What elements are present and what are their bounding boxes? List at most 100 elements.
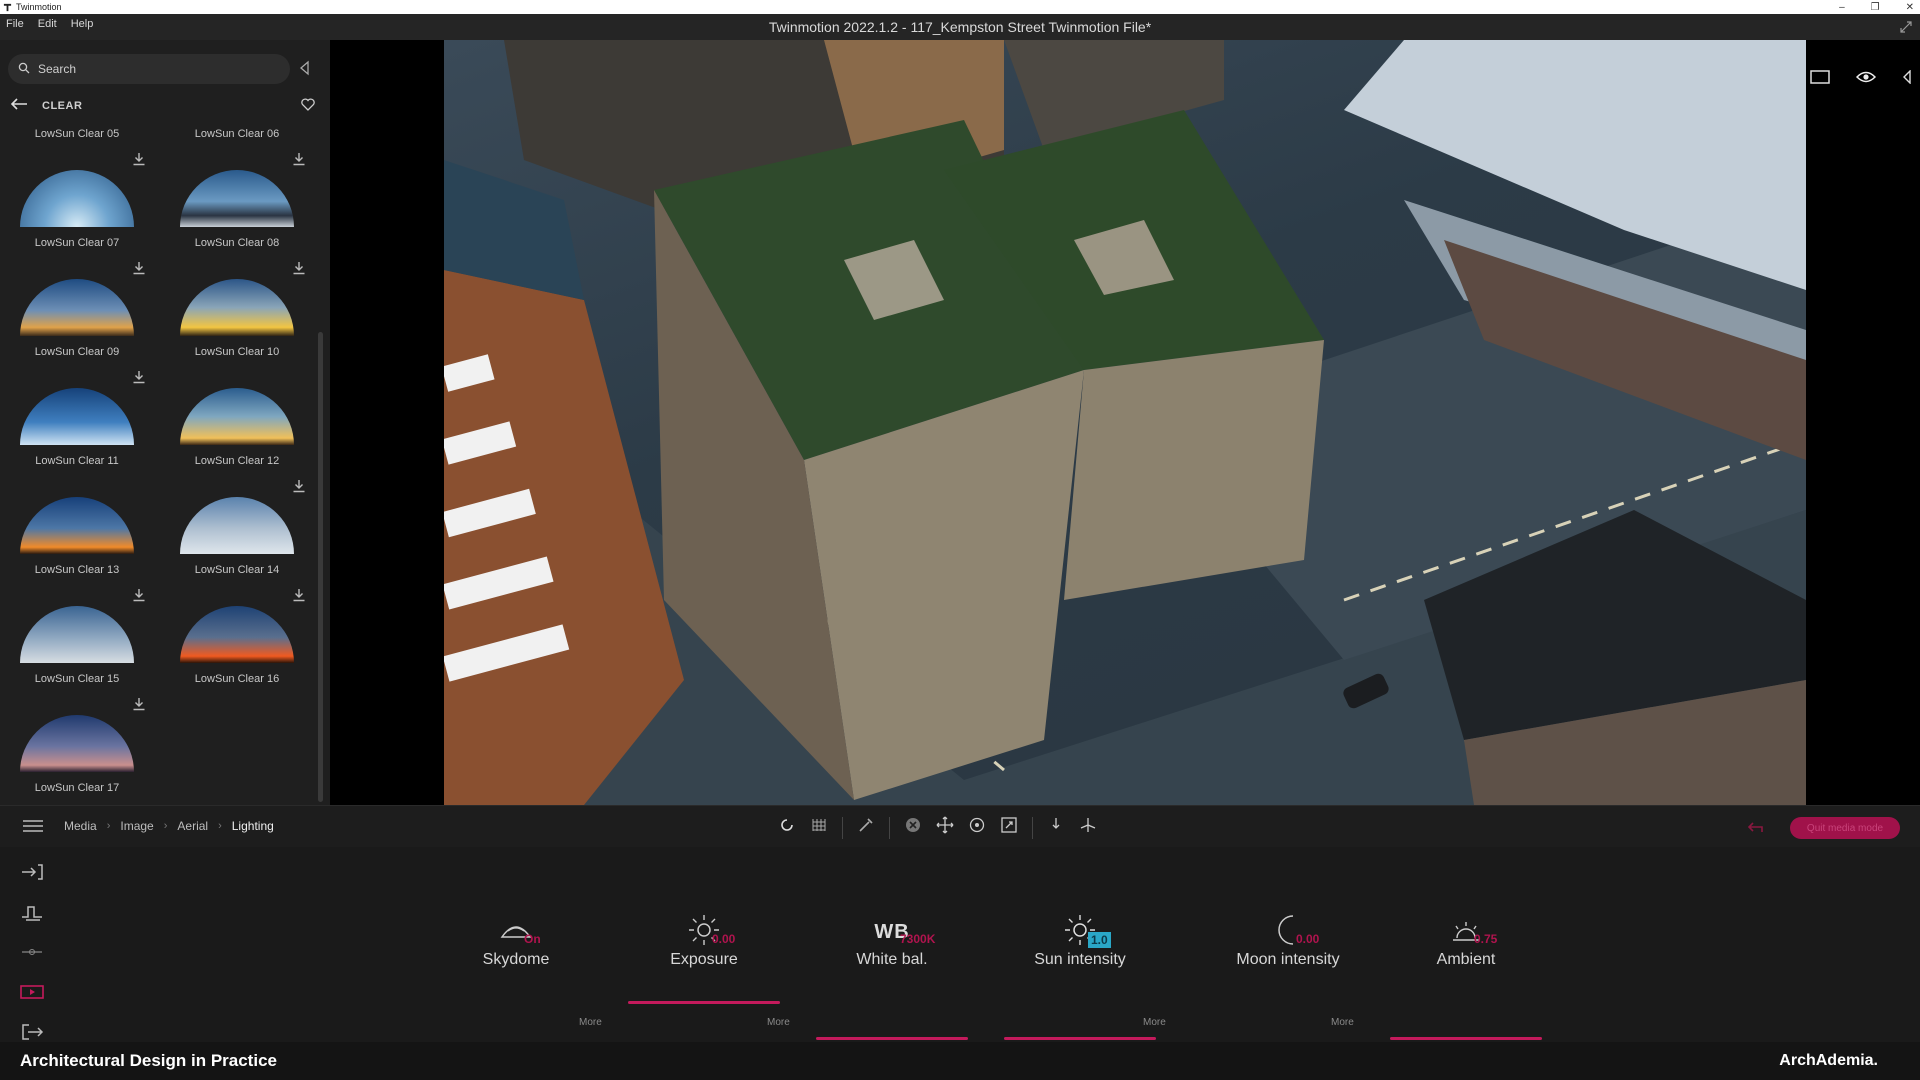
download-icon[interactable] <box>132 370 146 389</box>
sky-preset-tile[interactable]: LowSun Clear 10 <box>176 346 316 455</box>
search-box[interactable]: Search <box>8 54 290 84</box>
sky-preset-label: LowSun Clear 05 <box>34 128 120 140</box>
sky-preset-label: LowSun Clear 16 <box>194 673 280 685</box>
category-header: CLEAR <box>10 95 315 117</box>
timeline-icon[interactable] <box>20 943 44 966</box>
download-icon[interactable] <box>292 152 306 171</box>
sky-dome-thumbnail[interactable] <box>180 497 294 554</box>
breadcrumb-image[interactable]: Image <box>120 819 153 833</box>
favorite-heart-icon[interactable] <box>301 98 315 116</box>
download-icon[interactable] <box>292 479 306 498</box>
eye-icon[interactable] <box>1855 70 1877 89</box>
restore-button[interactable]: ❐ <box>1871 2 1880 13</box>
exposure-control[interactable]: 0.00 Exposure <box>628 914 780 1004</box>
sky-dome-thumbnail[interactable] <box>20 388 134 445</box>
sky-dome-thumbnail[interactable] <box>20 170 134 227</box>
download-icon[interactable] <box>292 588 306 607</box>
quit-media-mode-button[interactable]: Quit media mode <box>1790 817 1900 839</box>
sky-preset-tile[interactable]: LowSun Clear 07 <box>16 237 176 346</box>
scale-icon[interactable] <box>1000 816 1018 839</box>
video-caption-bar: Architectural Design in Practice ArchAde… <box>0 1042 1920 1080</box>
sky-dome-thumbnail[interactable] <box>20 606 134 663</box>
sky-preset-tile[interactable]: LowSun Clear 11 <box>16 455 176 564</box>
sky-preset-tile[interactable]: LowSun Clear 05 <box>16 128 176 237</box>
sky-dome-thumbnail[interactable] <box>180 279 294 336</box>
menu-bar: File Edit Help Twinmotion 2022.1.2 - 117… <box>0 14 1920 40</box>
move-icon[interactable] <box>936 816 954 839</box>
viewport[interactable] <box>330 40 1920 805</box>
chevron-right-icon: › <box>218 820 222 832</box>
lighting-panel: On Skydome 0.00 Exposure WB 7300K White … <box>0 847 1920 1064</box>
collapse-right-icon[interactable] <box>1902 69 1912 89</box>
media-active-icon[interactable] <box>20 983 44 1006</box>
white-balance-control[interactable]: WB 7300K White bal. <box>816 915 968 1040</box>
breadcrumb-aerial[interactable]: Aerial <box>177 819 208 833</box>
graph-icon[interactable] <box>20 903 44 926</box>
sky-preset-tile[interactable]: LowSun Clear 12 <box>176 455 316 564</box>
frame-icon[interactable] <box>1810 70 1830 89</box>
skydome-value: On <box>524 932 541 946</box>
close-circle-icon[interactable] <box>904 816 922 839</box>
download-icon[interactable] <box>132 697 146 716</box>
white-balance-slider[interactable] <box>816 1037 968 1040</box>
sky-dome-thumbnail[interactable] <box>180 606 294 663</box>
ambient-slider[interactable] <box>1390 1037 1542 1040</box>
ambient-control[interactable]: 0.75 Ambient <box>1390 915 1542 1040</box>
viewport-tools <box>1810 69 1920 89</box>
more-link[interactable]: More <box>1331 1017 1354 1028</box>
sky-dome-thumbnail[interactable] <box>180 388 294 445</box>
breadcrumb-lighting[interactable]: Lighting <box>232 819 274 833</box>
download-icon[interactable] <box>132 588 146 607</box>
sun-intensity-control[interactable]: 1.0 Sun intensity <box>1004 914 1156 1040</box>
more-link[interactable]: More <box>579 1017 602 1028</box>
hamburger-menu-icon[interactable] <box>22 819 44 838</box>
sky-dome-thumbnail[interactable] <box>20 715 134 772</box>
sky-preset-tile[interactable]: LowSun Clear 09 <box>16 346 176 455</box>
library-scrollbar[interactable] <box>318 332 323 802</box>
refresh-icon[interactable] <box>778 816 796 839</box>
undo-icon[interactable] <box>1746 820 1764 839</box>
sky-dome-thumbnail[interactable] <box>20 279 134 336</box>
eyedropper-icon[interactable] <box>857 816 875 839</box>
back-arrow-icon[interactable] <box>10 97 28 115</box>
toolbar-divider <box>1032 816 1033 839</box>
sky-preset-tile[interactable]: LowSun Clear 13 <box>16 564 176 673</box>
sky-preset-tile[interactable]: LowSun Clear 08 <box>176 237 316 346</box>
twinmotion-window: Twinmotion – ❐ ✕ File Edit Help Twinmoti… <box>0 0 1920 1080</box>
moon-intensity-control[interactable]: 0.00 Moon intensity <box>1212 914 1364 1064</box>
sun-intensity-value[interactable]: 1.0 <box>1088 932 1111 948</box>
sky-preset-label: LowSun Clear 13 <box>34 564 120 576</box>
rotate-icon[interactable] <box>968 816 986 839</box>
fullscreen-icon[interactable] <box>1900 20 1912 38</box>
more-link[interactable]: More <box>767 1017 790 1028</box>
download-icon[interactable] <box>132 261 146 280</box>
skydome-control[interactable]: On Skydome <box>440 915 592 969</box>
sky-preset-tile[interactable]: LowSun Clear 15 <box>16 673 176 782</box>
sun-intensity-slider[interactable] <box>1004 1037 1156 1040</box>
close-button[interactable]: ✕ <box>1906 2 1914 13</box>
white-balance-value: 7300K <box>900 932 936 946</box>
minimize-button[interactable]: – <box>1839 2 1845 13</box>
exposure-slider[interactable] <box>628 1001 780 1004</box>
sky-preset-tile[interactable]: LowSun Clear 16 <box>176 673 316 782</box>
more-link[interactable]: More <box>1143 1017 1166 1028</box>
import-icon[interactable] <box>20 863 44 886</box>
snap-icon[interactable] <box>1047 816 1065 839</box>
search-input[interactable]: Search <box>38 62 76 76</box>
sky-preset-tile[interactable]: LowSun Clear 06 <box>176 128 316 237</box>
sky-dome-thumbnail[interactable] <box>180 170 294 227</box>
skydome-label: Skydome <box>482 951 550 968</box>
download-icon[interactable] <box>292 261 306 280</box>
pivot-icon[interactable] <box>1079 816 1097 839</box>
breadcrumb-media[interactable]: Media <box>64 819 97 833</box>
toolbar-divider <box>842 816 843 839</box>
toolbar-divider <box>889 816 890 839</box>
exposure-value: 0.00 <box>712 932 736 946</box>
collapse-panel-icon[interactable] <box>298 60 310 81</box>
sky-preset-label: LowSun Clear 08 <box>194 237 280 249</box>
download-icon[interactable] <box>132 152 146 171</box>
sky-preset-tile[interactable]: LowSun Clear 14 <box>176 564 316 673</box>
sky-preset-label: LowSun Clear 10 <box>194 346 280 358</box>
grid-icon[interactable] <box>810 816 828 839</box>
sky-dome-thumbnail[interactable] <box>20 497 134 554</box>
